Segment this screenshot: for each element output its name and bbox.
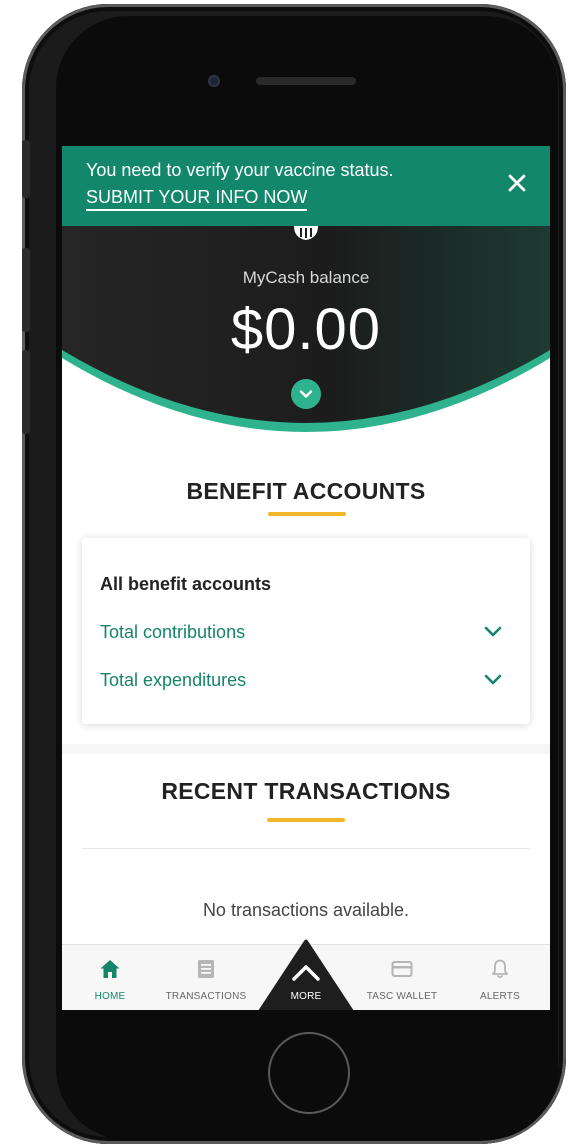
total-expenditures-row[interactable]: Total expenditures [82,664,530,700]
bottom-navigation: HOME TRANSACTIONS MORE TASC WALLET ALERT… [62,939,550,1010]
nav-transactions[interactable]: TRANSACTIONS [160,945,252,1010]
balance-amount: $0.00 [230,297,382,362]
banner-close-button[interactable] [502,168,532,198]
bell-icon [492,959,508,979]
mute-switch [22,140,30,198]
benefit-accounts-title: BENEFIT ACCOUNTS [186,478,426,504]
nav-more-label: MORE [290,991,322,1002]
balance-label: MyCash balance [242,268,370,287]
total-contributions-label: Total contributions [100,622,246,642]
no-transactions-message: No transactions available. [202,900,410,920]
card-icon [391,961,413,977]
benefit-accounts-card: All benefit accounts Total contributions… [82,538,530,724]
volume-down-button [22,350,30,434]
nav-alerts-label: ALERTS [480,991,520,1002]
nav-more[interactable]: MORE [258,927,354,1010]
chevron-down-icon [484,674,502,685]
nav-alerts[interactable]: ALERTS [454,945,546,1010]
banner-message: You need to verify your vaccine status. [86,160,394,180]
chevron-down-icon [484,626,502,637]
total-expenditures-label: Total expenditures [100,670,247,690]
nav-transactions-label: TRANSACTIONS [165,991,247,1002]
close-icon [508,174,526,192]
front-camera [208,75,220,87]
submit-info-link[interactable]: SUBMIT YOUR INFO NOW [86,187,308,211]
card-heading: All benefit accounts [100,574,272,594]
benefit-accounts-underline [268,512,346,516]
transactions-divider [82,848,530,849]
recent-transactions-underline [267,818,345,822]
volume-up-button [22,248,30,332]
document-icon [198,960,214,978]
earpiece-speaker [256,77,356,85]
nav-home[interactable]: HOME [64,945,156,1010]
app-screen: MyCash balance $0.00 You need to verify … [62,146,550,1010]
recent-transactions-title: RECENT TRANSACTIONS [161,778,451,804]
expand-balance-button[interactable] [291,379,321,409]
phone-home-button[interactable] [268,1032,350,1114]
section-separator [62,744,550,754]
total-contributions-row[interactable]: Total contributions [82,616,530,652]
home-icon [100,960,120,978]
chevron-down-icon [299,390,313,398]
nav-tasc-wallet[interactable]: TASC WALLET [356,945,448,1010]
vaccine-status-banner: You need to verify your vaccine status. … [62,146,550,226]
nav-home-label: HOME [94,991,126,1002]
nav-tasc-wallet-label: TASC WALLET [366,991,438,1002]
